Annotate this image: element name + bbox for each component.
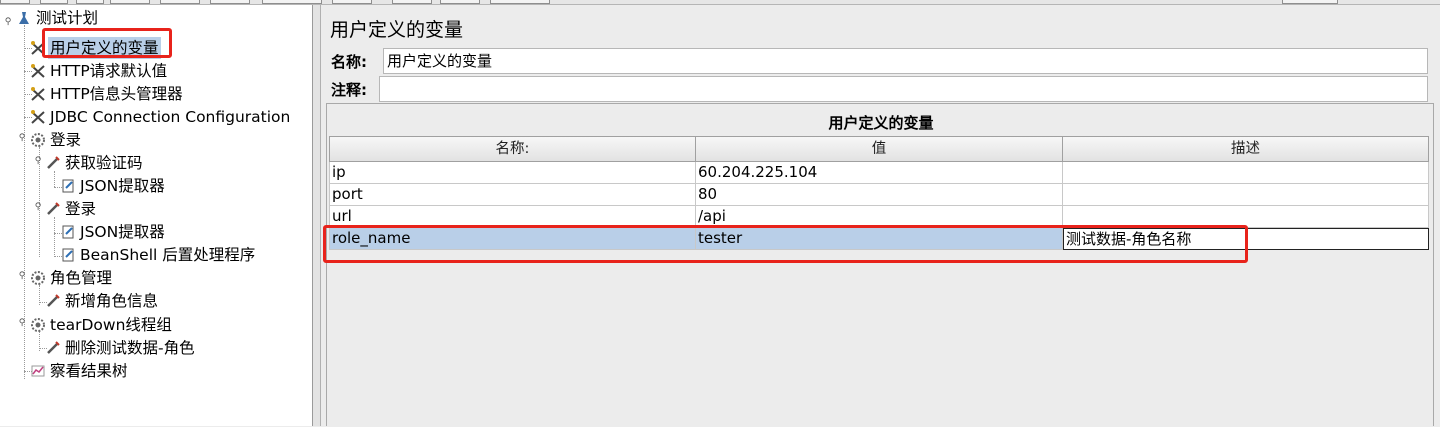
toolbar-button[interactable] [40,0,68,4]
table-row[interactable]: url /api [329,206,1429,228]
test-plan-icon [16,10,32,26]
sampler-icon [45,155,61,171]
cell-value[interactable]: 80 [696,184,1063,206]
tree-expand-toggle[interactable]: ⚲ [17,133,27,143]
tree-expand-toggle[interactable]: ⚲ [3,17,13,27]
tree-item-add-role[interactable]: 新增角色信息 [45,290,160,312]
post-processor-icon [60,224,76,240]
tree-expand-toggle[interactable]: ⚲ [33,156,43,166]
cell-description-editor[interactable]: 测试数据-角色名称 [1063,228,1429,250]
config-element-icon [30,86,46,102]
toolbar-button[interactable] [110,0,150,4]
tree-item-role-management[interactable]: 角色管理 [30,267,114,289]
page-title: 用户定义的变量 [330,19,464,41]
cell-name[interactable]: url [329,206,696,228]
tree-item-beanshell-post-processor[interactable]: BeanShell 后置处理程序 [60,244,257,266]
user-defined-variables-panel: 用户定义的变量 名称: 用户定义的变量 注释: 用户定义的变量 名称: 值 描述… [322,5,1440,427]
tree-item-teardown-thread-group[interactable]: tearDown线程组 [30,314,174,336]
panel-splitter[interactable] [313,5,321,426]
group-title: 用户定义的变量 [828,114,934,132]
toolbar-button[interactable] [160,0,200,4]
table-row[interactable]: port 80 [329,184,1429,206]
toolbar-button[interactable] [210,0,250,4]
comment-label: 注释: [331,80,367,99]
toolbar-button[interactable] [0,0,30,4]
table-row-selected[interactable]: role_name tester 测试数据-角色名称 [329,228,1429,250]
toolbar-button[interactable] [490,0,550,4]
tree-item-test-plan[interactable]: 测试计划 [16,7,100,29]
sampler-icon [45,293,61,309]
sampler-icon [45,340,61,356]
comment-input[interactable] [379,76,1428,102]
listener-icon [30,363,46,379]
column-header-value[interactable]: 值 [696,136,1063,162]
toolbar-button[interactable] [262,0,322,4]
config-element-icon [30,109,46,125]
toolbar-button[interactable] [440,0,480,4]
tree-item-user-defined-variables[interactable]: 用户定义的变量 [30,37,161,59]
cell-name[interactable]: ip [329,162,696,184]
toolbar-button[interactable] [332,0,372,4]
cell-description[interactable] [1063,162,1429,184]
cell-description[interactable] [1063,184,1429,206]
tree-expand-toggle[interactable]: ⚲ [17,271,27,281]
tree-item-view-results-tree[interactable]: 察看结果树 [30,360,130,382]
thread-group-icon [30,132,46,148]
name-input[interactable]: 用户定义的变量 [383,48,1428,74]
cell-value[interactable]: 60.204.225.104 [696,162,1063,184]
config-element-icon [30,40,46,56]
test-plan-tree[interactable]: ⚲ ⚲ ⚲ ⚲ ⚲ ⚲ 测试计划 用户定义的变量 HTTP请求默认值 HTTP信… [0,5,313,426]
table-body: ip 60.204.225.104 port 80 url /api role_… [329,162,1429,250]
cell-name[interactable]: role_name [329,228,696,250]
column-header-description[interactable]: 描述 [1063,136,1429,162]
tree-item-json-extractor-2[interactable]: JSON提取器 [60,221,167,243]
name-label: 名称: [331,52,367,71]
thread-group-icon [30,270,46,286]
table-row[interactable]: ip 60.204.225.104 [329,162,1429,184]
variables-group: 用户定义的变量 名称: 值 描述 ip 60.204.225.104 port … [326,103,1434,427]
tree-item-http-defaults[interactable]: HTTP请求默认值 [30,60,169,82]
sampler-icon [45,201,61,217]
thread-group-icon [30,317,46,333]
tree-item-login-request[interactable]: 登录 [45,198,98,220]
tree-item-jdbc-config[interactable]: JDBC Connection Configuration [30,106,292,128]
toolbar-button[interactable] [76,0,104,4]
config-element-icon [30,63,46,79]
toolbar-button[interactable] [392,0,432,4]
cell-description[interactable] [1063,206,1429,228]
tree-item-get-captcha[interactable]: 获取验证码 [45,152,145,174]
post-processor-icon [60,247,76,263]
cell-value[interactable]: /api [696,206,1063,228]
toolbar-button[interactable] [1282,0,1338,4]
tree-expand-toggle[interactable]: ⚲ [17,318,27,328]
column-header-name[interactable]: 名称: [329,136,696,162]
tree-item-delete-test-data[interactable]: 删除测试数据-角色 [45,337,197,359]
tree-item-json-extractor-1[interactable]: JSON提取器 [60,175,167,197]
post-processor-icon [60,178,76,194]
tree-expand-toggle[interactable]: ⚲ [33,202,43,212]
tree-item-http-header-manager[interactable]: HTTP信息头管理器 [30,83,185,105]
cell-name[interactable]: port [329,184,696,206]
cell-value[interactable]: tester [696,228,1063,250]
tree-item-login-thread-group[interactable]: 登录 [30,129,83,151]
table-header: 名称: 值 描述 [329,136,1429,162]
variables-table[interactable]: 名称: 值 描述 ip 60.204.225.104 port 80 url /… [329,136,1431,427]
